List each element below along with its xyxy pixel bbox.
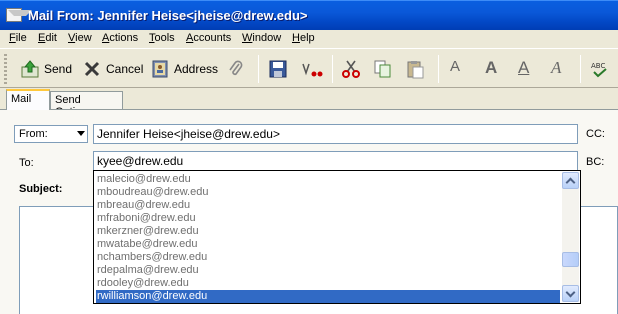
floppy-disk-icon bbox=[268, 59, 288, 79]
menu-actions[interactable]: Actions bbox=[102, 32, 138, 44]
address-button[interactable]: Address bbox=[150, 57, 218, 81]
paste-button[interactable] bbox=[405, 57, 425, 81]
scroll-up-icon[interactable] bbox=[562, 172, 579, 189]
from-select[interactable]: From: bbox=[14, 125, 88, 143]
menu-view[interactable]: View bbox=[68, 32, 92, 44]
bc-label: BC: bbox=[586, 156, 605, 168]
list-item[interactable]: mkerzner@drew.edu bbox=[96, 225, 199, 238]
scissors-icon bbox=[341, 59, 361, 79]
from-field[interactable]: Jennifer Heise<jheise@drew.edu> bbox=[93, 124, 578, 144]
list-item-selected[interactable]: rwilliamson@drew.edu bbox=[96, 290, 560, 303]
title-bar: Mail From: Jennifer Heise<jheise@drew.ed… bbox=[0, 0, 618, 30]
spell-check-button[interactable] bbox=[300, 57, 323, 81]
save-draft-button[interactable] bbox=[268, 57, 288, 81]
list-item[interactable]: nchambers@drew.edu bbox=[96, 251, 207, 264]
toolbar: Send Cancel Address A A A A ABC bbox=[0, 48, 618, 88]
toolbar-separator bbox=[332, 55, 333, 83]
menu-accounts[interactable]: Accounts bbox=[186, 32, 231, 44]
subject-label: Subject: bbox=[19, 183, 63, 195]
toolbar-separator bbox=[438, 55, 439, 83]
toolbar-grip[interactable] bbox=[4, 54, 7, 84]
tab-mail-label: Mail bbox=[11, 93, 32, 105]
scroll-thumb[interactable] bbox=[562, 252, 579, 267]
address-autocomplete-list[interactable]: malecio@drew.edu mboudreau@drew.edu mbre… bbox=[93, 170, 581, 304]
menu-tools[interactable]: Tools bbox=[149, 32, 175, 44]
address-book-icon bbox=[150, 59, 170, 79]
list-item[interactable]: malecio@drew.edu bbox=[96, 173, 191, 186]
send-icon bbox=[20, 59, 40, 79]
from-select-label: From: bbox=[19, 128, 48, 140]
underline-button[interactable]: A bbox=[518, 58, 529, 78]
cancel-label: Cancel bbox=[106, 62, 144, 76]
menu-file[interactable]: File bbox=[9, 32, 27, 44]
copy-icon bbox=[373, 59, 393, 79]
svg-text:ABC: ABC bbox=[591, 62, 605, 70]
list-item[interactable]: mwatabe@drew.edu bbox=[96, 238, 197, 251]
menu-bar: File Edit View Actions Tools Accounts Wi… bbox=[0, 30, 618, 48]
to-label: To: bbox=[19, 157, 34, 169]
menu-window[interactable]: Window bbox=[242, 32, 281, 44]
scrollbar[interactable] bbox=[562, 172, 579, 302]
list-item[interactable]: mbreau@drew.edu bbox=[96, 199, 190, 212]
address-label: Address bbox=[174, 62, 219, 76]
mail-envelope-icon bbox=[6, 8, 32, 22]
attach-button[interactable] bbox=[226, 57, 246, 81]
window-title: Mail From: Jennifer Heise<jheise@drew.ed… bbox=[28, 8, 308, 23]
clipboard-icon bbox=[405, 59, 425, 79]
list-item[interactable]: rdepalma@drew.edu bbox=[96, 264, 199, 277]
cut-button[interactable] bbox=[341, 57, 361, 81]
spell-check-icon bbox=[300, 59, 323, 79]
tab-strip: Mail Send Options bbox=[0, 88, 618, 118]
paperclip-icon bbox=[226, 59, 246, 79]
close-icon bbox=[82, 59, 102, 79]
send-label: Send bbox=[44, 62, 73, 76]
menu-help[interactable]: Help bbox=[292, 32, 315, 44]
toolbar-separator bbox=[258, 55, 259, 83]
tab-mail[interactable]: Mail bbox=[6, 89, 50, 110]
list-item[interactable]: rdooley@drew.edu bbox=[96, 277, 189, 290]
list-item[interactable]: mfraboni@drew.edu bbox=[96, 212, 196, 225]
abc-check-icon: ABC bbox=[590, 59, 610, 79]
cancel-button[interactable]: Cancel bbox=[82, 57, 143, 81]
copy-button[interactable] bbox=[373, 57, 393, 81]
send-button[interactable]: Send bbox=[20, 57, 72, 81]
chevron-down-icon bbox=[77, 131, 85, 136]
bold-button[interactable]: A bbox=[485, 58, 497, 78]
spelling-abc-button[interactable]: ABC bbox=[590, 57, 610, 81]
scroll-down-icon[interactable] bbox=[562, 285, 579, 302]
italic-button[interactable]: A bbox=[551, 58, 561, 78]
font-size-button[interactable]: A bbox=[450, 58, 460, 75]
tab-send-options[interactable]: Send Options bbox=[50, 91, 123, 118]
toolbar-separator bbox=[580, 55, 581, 83]
list-item[interactable]: mboudreau@drew.edu bbox=[96, 186, 208, 199]
to-field[interactable]: kyee@drew.edu bbox=[93, 151, 578, 171]
cc-label: CC: bbox=[586, 128, 605, 140]
menu-edit[interactable]: Edit bbox=[38, 32, 57, 44]
